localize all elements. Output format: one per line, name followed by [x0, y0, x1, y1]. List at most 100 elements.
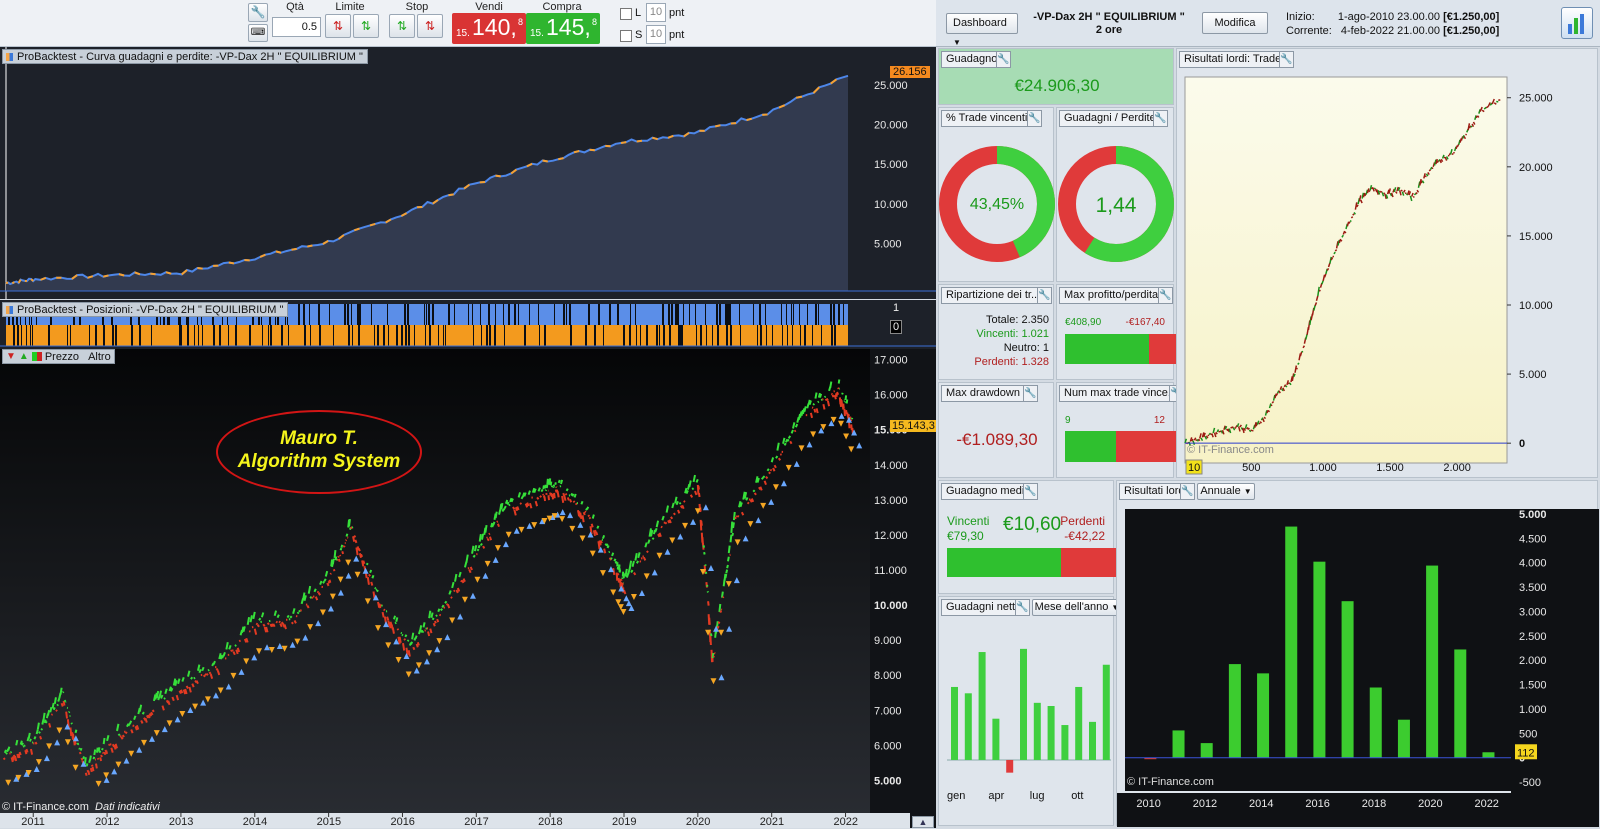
sell-price: 140, — [472, 14, 517, 41]
wrench-icon[interactable]: 🔧 — [1023, 483, 1038, 500]
s-points-input[interactable]: 10 — [646, 25, 666, 44]
gross-trades-line — [1286, 386, 1287, 387]
chevron-down-icon: ▼ — [953, 38, 961, 47]
positions-tick — [194, 325, 195, 346]
positions-tick — [17, 325, 19, 346]
stop-buy-icon[interactable]: ⇅ — [389, 14, 415, 38]
price-candle — [91, 768, 92, 772]
positions-tick — [181, 325, 182, 346]
wrench-icon[interactable]: 🔧 — [996, 51, 1011, 68]
positions-tick — [472, 304, 473, 325]
price-candle — [445, 601, 446, 603]
positions-tick — [539, 325, 540, 346]
avg-gain-value: €10,60 — [1003, 514, 1061, 536]
limit-buy-icon[interactable]: ⇅ — [325, 14, 351, 38]
s-checkbox[interactable] — [620, 30, 632, 42]
positions-tick — [309, 304, 310, 325]
max-profit-loss-panel: Max profitto/perdita 🔧 €408,90 -€167,40 — [1056, 284, 1174, 380]
l-checkbox[interactable] — [620, 8, 632, 20]
dashboard-menu[interactable]: Dashboard ▼ — [946, 13, 1018, 34]
wrench-icon[interactable]: 🔧 — [1027, 110, 1042, 127]
gross-trades-x-tick: 500 — [1242, 462, 1260, 474]
price-candle — [209, 672, 210, 674]
l-points-input[interactable]: 10 — [646, 3, 666, 22]
sell-button[interactable]: 15. 140, 8 — [452, 13, 526, 44]
scroll-right-button[interactable]: ▲ — [912, 816, 934, 828]
wrench-icon[interactable]: 🔧 — [1158, 287, 1173, 304]
price-candle — [292, 622, 293, 624]
price-candle — [367, 563, 368, 565]
sell-price-decimal: 8 — [518, 17, 523, 27]
price-candle — [37, 730, 38, 734]
buy-button[interactable]: 15. 145, 8 — [526, 13, 600, 44]
price-candle — [162, 706, 163, 711]
positions-tick — [67, 325, 68, 346]
gross-trades-line — [1272, 401, 1273, 403]
avg-win-label: Vincenti — [947, 514, 989, 529]
l-label: L — [635, 7, 641, 19]
price-candle — [657, 521, 658, 527]
wrench-icon[interactable]: 🔧 — [1015, 599, 1030, 616]
price-candle — [48, 710, 49, 715]
price-candle — [171, 688, 172, 691]
profit-loss-panel: Guadagni / Perdite 🔧 1,44 — [1056, 107, 1174, 282]
price-candle — [665, 522, 666, 523]
positions-tick — [288, 325, 289, 346]
total-label: Totale: — [986, 314, 1018, 326]
wrench-icon[interactable]: 🔧 — [1037, 287, 1052, 304]
max-pl-bar-fill — [1065, 334, 1149, 364]
price-candle — [20, 752, 21, 755]
gross-annual-period-dropdown[interactable]: Annuale ▼ — [1197, 483, 1255, 500]
price-candle — [187, 686, 188, 689]
price-button[interactable]: Prezzo — [45, 351, 79, 363]
price-candle — [543, 485, 544, 489]
price-candle — [596, 532, 597, 535]
edit-button[interactable]: Modifica — [1202, 12, 1268, 34]
wrench-icon[interactable]: 🔧 — [1180, 483, 1195, 500]
stop-sell-icon[interactable]: ⇅ — [417, 14, 443, 38]
positions-y-bottom: 0 — [890, 320, 902, 334]
price-candle — [811, 413, 812, 418]
sell-arrow-icon[interactable]: ▼ — [6, 351, 16, 362]
price-candle — [585, 511, 586, 512]
wrench-icon[interactable]: 🔧 — [1023, 385, 1038, 402]
equity-curve-svg: 25.00020.00015.00010.0005.000 — [0, 47, 936, 299]
price-candle — [652, 538, 653, 539]
other-button[interactable]: Altro — [82, 351, 111, 363]
buy-price-decimal: 8 — [592, 17, 597, 27]
price-candle — [552, 494, 553, 499]
price-candle — [540, 496, 541, 497]
qty-input[interactable]: 0.5 — [272, 17, 321, 37]
net-gains-x-label: apr — [988, 790, 1004, 802]
price-candle — [517, 507, 518, 510]
wrench-icon[interactable]: 🔧 — [1153, 110, 1168, 127]
limit-sell-icon[interactable]: ⇅ — [353, 14, 379, 38]
positions-tick — [765, 304, 766, 325]
price-candle — [333, 559, 334, 564]
price-candle — [111, 748, 112, 753]
price-candle — [707, 585, 708, 587]
stop-label: Stop — [400, 1, 434, 13]
keyboard-icon[interactable]: ⌨ — [248, 24, 268, 42]
net-gains-bar — [1020, 649, 1027, 760]
wrench-icon[interactable]: 🔧 — [248, 3, 268, 22]
report-icon[interactable] — [1561, 7, 1593, 39]
profit-panel: Guadagno 🔧 €24.906,30 — [938, 48, 1174, 105]
win-value: 1.021 — [1021, 328, 1049, 340]
price-candle — [554, 493, 555, 498]
net-gains-period-dropdown[interactable]: Mese dell'anno ▼ — [1032, 599, 1122, 616]
buy-arrow-icon[interactable]: ▲ — [19, 351, 29, 362]
price-candle — [293, 608, 294, 613]
positions-tick — [740, 325, 741, 346]
price-y-tick: 10.000 — [874, 600, 908, 612]
net-gains-bar — [992, 719, 999, 760]
wrench-icon[interactable]: 🔧 — [1279, 51, 1294, 68]
price-candle — [530, 503, 531, 508]
loss-label: Perdenti: — [974, 356, 1018, 368]
positions-tick — [696, 325, 697, 346]
max-drawdown-panel: Max drawdown 🔧 -€1.089,30 — [938, 382, 1054, 478]
price-candle — [671, 517, 672, 519]
price-candle — [4, 758, 5, 760]
price-footer: © IT-Finance.com Dati indicativi — [2, 801, 160, 813]
price-candle — [51, 714, 52, 715]
